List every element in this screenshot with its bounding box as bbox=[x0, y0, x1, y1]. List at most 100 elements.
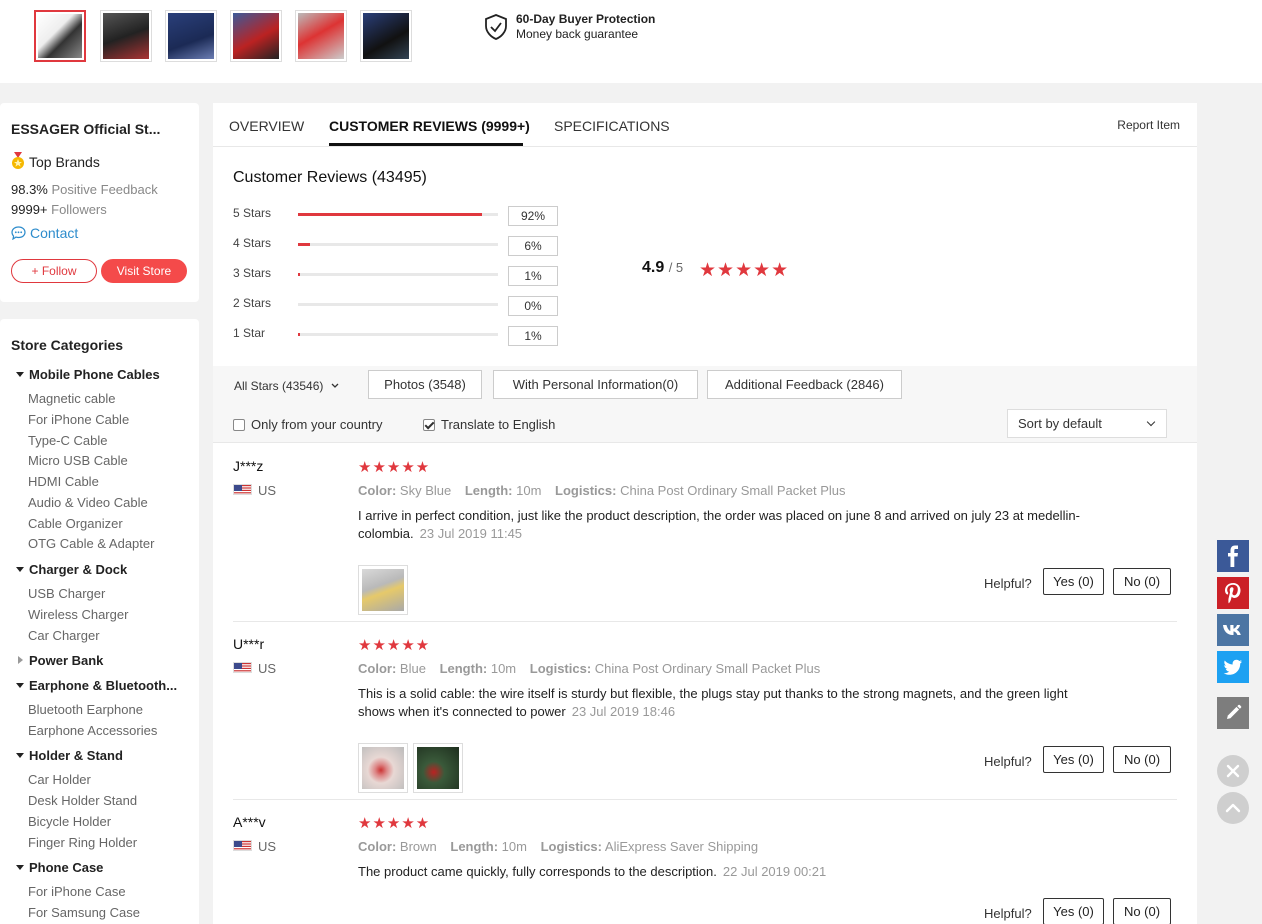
average-rating: 4.9 / 5 bbox=[642, 259, 683, 277]
review-filters: All Stars (43546) Photos (3548) With Per… bbox=[213, 366, 1197, 443]
thumbnail-2[interactable] bbox=[100, 10, 152, 62]
contact-link[interactable]: Contact bbox=[11, 225, 78, 241]
review-stars: ★★★★★ bbox=[358, 459, 431, 476]
review-attributes: Color: Blue Length: 10m Logistics: China… bbox=[358, 661, 830, 676]
only-country-checkbox[interactable]: Only from your country bbox=[233, 417, 383, 432]
category-charger-dock[interactable]: Charger & Dock bbox=[16, 562, 127, 577]
filter-photos-button[interactable]: Photos (3548) bbox=[368, 370, 482, 399]
tab-customer-reviews[interactable]: CUSTOMER REVIEWS (9999+) bbox=[329, 118, 530, 134]
vk-share-button[interactable] bbox=[1217, 614, 1249, 646]
review-item: A***v US ★★★★★ Color: Brown Length: 10m … bbox=[233, 814, 1177, 924]
facebook-share-button[interactable] bbox=[1217, 540, 1249, 572]
color-value: Brown bbox=[399, 839, 437, 854]
helpful-no-button[interactable]: No (0) bbox=[1113, 898, 1171, 924]
category-power-bank[interactable]: Power Bank bbox=[16, 653, 103, 668]
contact-label: Contact bbox=[30, 225, 79, 241]
review-photo[interactable] bbox=[413, 743, 463, 793]
category-item-micro-usb-cable[interactable]: Micro USB Cable bbox=[28, 453, 128, 468]
category-item-wireless-charger[interactable]: Wireless Charger bbox=[28, 607, 128, 622]
rating-percent: 1% bbox=[508, 326, 558, 346]
helpful-yes-button[interactable]: Yes (0) bbox=[1043, 898, 1104, 924]
category-item-hdmi-cable[interactable]: HDMI Cable bbox=[28, 474, 99, 489]
category-item-iphone-cable[interactable]: For iPhone Cable bbox=[28, 412, 129, 427]
category-item-usb-charger[interactable]: USB Charger bbox=[28, 586, 105, 601]
report-item-link[interactable]: Report Item bbox=[1117, 118, 1180, 132]
thumbnail-5[interactable] bbox=[295, 10, 347, 62]
rating-label: 4 Stars bbox=[233, 236, 272, 250]
thumbnail-4[interactable] bbox=[230, 10, 282, 62]
category-item-audio-video-cable[interactable]: Audio & Video Cable bbox=[28, 495, 148, 510]
category-label: Charger & Dock bbox=[29, 562, 128, 577]
all-stars-dropdown[interactable]: All Stars (43546) bbox=[234, 379, 339, 393]
follow-button[interactable]: + Follow bbox=[11, 259, 97, 283]
edit-button[interactable] bbox=[1217, 697, 1249, 729]
category-item-bicycle-holder[interactable]: Bicycle Holder bbox=[28, 814, 111, 829]
category-item-desk-holder-stand[interactable]: Desk Holder Stand bbox=[28, 793, 137, 808]
category-item-otg-cable[interactable]: OTG Cable & Adapter bbox=[28, 536, 154, 551]
reviewer-name: U***r bbox=[233, 636, 265, 652]
review-body: The product came quickly, fully correspo… bbox=[358, 864, 717, 879]
category-item-samsung-case[interactable]: For Samsung Case bbox=[28, 905, 140, 920]
rating-percent: 1% bbox=[508, 266, 558, 286]
helpful-yes-button[interactable]: Yes (0) bbox=[1043, 746, 1104, 773]
average-stars: ★★★★★ bbox=[699, 260, 790, 281]
helpful-no-button[interactable]: No (0) bbox=[1113, 746, 1171, 773]
logistics-key: Logistics: bbox=[540, 839, 602, 854]
us-flag-icon bbox=[233, 662, 252, 673]
active-tab-indicator bbox=[329, 143, 523, 146]
review-stars: ★★★★★ bbox=[358, 815, 431, 832]
category-item-iphone-case[interactable]: For iPhone Case bbox=[28, 884, 126, 899]
category-item-type-c-cable[interactable]: Type-C Cable bbox=[28, 433, 107, 448]
review-photo[interactable] bbox=[358, 565, 408, 615]
thumbnail-1[interactable] bbox=[34, 10, 86, 62]
pinterest-share-button[interactable] bbox=[1217, 577, 1249, 609]
chevron-down-icon bbox=[331, 383, 339, 388]
review-body: This is a solid cable: the wire itself i… bbox=[358, 686, 1068, 719]
review-photo[interactable] bbox=[358, 743, 408, 793]
review-item: J***z US ★★★★★ Color: Sky Blue Length: 1… bbox=[233, 458, 1177, 618]
back-to-top-button[interactable] bbox=[1217, 792, 1249, 824]
logistics-key: Logistics: bbox=[529, 661, 592, 676]
category-earphone-bluetooth[interactable]: Earphone & Bluetooth... bbox=[16, 678, 177, 693]
review-item: U***r US ★★★★★ Color: Blue Length: 10m L… bbox=[233, 636, 1177, 796]
chevron-down-icon bbox=[1146, 417, 1156, 427]
helpful-no-button[interactable]: No (0) bbox=[1113, 568, 1171, 595]
category-item-car-holder[interactable]: Car Holder bbox=[28, 772, 91, 787]
category-item-earphone-accessories[interactable]: Earphone Accessories bbox=[28, 723, 157, 738]
filter-personal-info-button[interactable]: With Personal Information(0) bbox=[493, 370, 698, 399]
close-button[interactable] bbox=[1217, 755, 1249, 787]
chat-icon bbox=[11, 226, 26, 241]
category-item-bluetooth-earphone[interactable]: Bluetooth Earphone bbox=[28, 702, 143, 717]
translate-label: Translate to English bbox=[441, 417, 556, 432]
helpful-yes-button[interactable]: Yes (0) bbox=[1043, 568, 1104, 595]
category-mobile-phone-cables[interactable]: Mobile Phone Cables bbox=[16, 367, 160, 382]
country-label: US bbox=[258, 839, 277, 854]
country-label: US bbox=[258, 661, 277, 676]
rating-bar-fill bbox=[298, 333, 301, 336]
edit-icon bbox=[1227, 704, 1242, 719]
pinterest-icon bbox=[1225, 583, 1241, 604]
thumbnail-6[interactable] bbox=[360, 10, 412, 62]
category-item-finger-ring-holder[interactable]: Finger Ring Holder bbox=[28, 835, 137, 850]
category-phone-case[interactable]: Phone Case bbox=[16, 860, 103, 875]
color-key: Color: bbox=[358, 483, 397, 498]
category-holder-stand[interactable]: Holder & Stand bbox=[16, 748, 123, 763]
category-item-car-charger[interactable]: Car Charger bbox=[28, 628, 100, 643]
category-item-magnetic-cable[interactable]: Magnetic cable bbox=[28, 391, 115, 406]
filter-additional-feedback-button[interactable]: Additional Feedback (2846) bbox=[707, 370, 902, 399]
tab-overview[interactable]: OVERVIEW bbox=[229, 118, 304, 134]
visit-store-button[interactable]: Visit Store bbox=[101, 259, 187, 283]
translate-checkbox[interactable]: Translate to English bbox=[423, 417, 555, 432]
rating-bar-fill bbox=[298, 273, 301, 276]
category-item-cable-organizer[interactable]: Cable Organizer bbox=[28, 516, 123, 531]
sort-select[interactable]: Sort by default bbox=[1007, 409, 1167, 438]
country-label: US bbox=[258, 483, 277, 498]
thumbnail-3[interactable] bbox=[165, 10, 217, 62]
length-key: Length: bbox=[439, 661, 488, 676]
reviews-title: Customer Reviews (43495) bbox=[233, 169, 427, 186]
chevron-down-icon bbox=[16, 683, 24, 688]
store-name[interactable]: ESSAGER Official St... bbox=[11, 121, 160, 137]
twitter-share-button[interactable] bbox=[1217, 651, 1249, 683]
tab-specifications[interactable]: SPECIFICATIONS bbox=[554, 118, 670, 134]
rating-label: 5 Stars bbox=[233, 206, 272, 220]
